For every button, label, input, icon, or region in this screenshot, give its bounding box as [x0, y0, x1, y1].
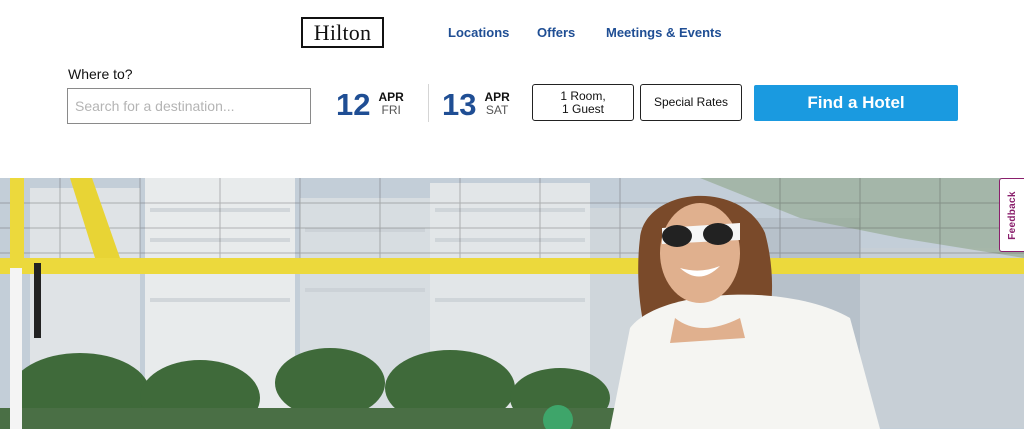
feedback-label: Feedback	[1006, 190, 1018, 240]
logo-text: Hilton	[313, 19, 372, 45]
where-to-label: Where to?	[68, 66, 133, 82]
date-divider	[428, 84, 429, 122]
hilton-logo[interactable]: Hilton	[301, 17, 384, 48]
checkout-day: 13	[442, 86, 477, 122]
rooms-guests-button[interactable]: 1 Room, 1 Guest	[532, 84, 634, 121]
rooms-count: 1 Room,	[560, 88, 606, 103]
hero-image	[0, 178, 1024, 429]
checkout-weekday: SAT	[485, 103, 509, 117]
checkout-date[interactable]: 13 APR SAT	[442, 84, 510, 124]
feedback-tab[interactable]: Feedback	[999, 178, 1024, 252]
destination-search-input[interactable]	[67, 88, 311, 124]
checkin-weekday: FRI	[381, 103, 401, 117]
checkin-date[interactable]: 12 APR FRI	[336, 84, 404, 124]
checkout-month-weekday: APR SAT	[484, 91, 509, 117]
nav-meetings-events[interactable]: Meetings & Events	[606, 25, 722, 41]
find-hotel-button[interactable]: Find a Hotel	[754, 85, 958, 121]
guests-count: 1 Guest	[561, 101, 605, 116]
nav-offers[interactable]: Offers	[537, 25, 575, 41]
nav-locations[interactable]: Locations	[448, 25, 509, 41]
beach-volleyball-photo	[0, 178, 1024, 429]
special-rates-button[interactable]: Special Rates	[640, 84, 742, 121]
checkin-month-weekday: APR FRI	[378, 91, 403, 117]
checkin-day: 12	[336, 86, 371, 122]
